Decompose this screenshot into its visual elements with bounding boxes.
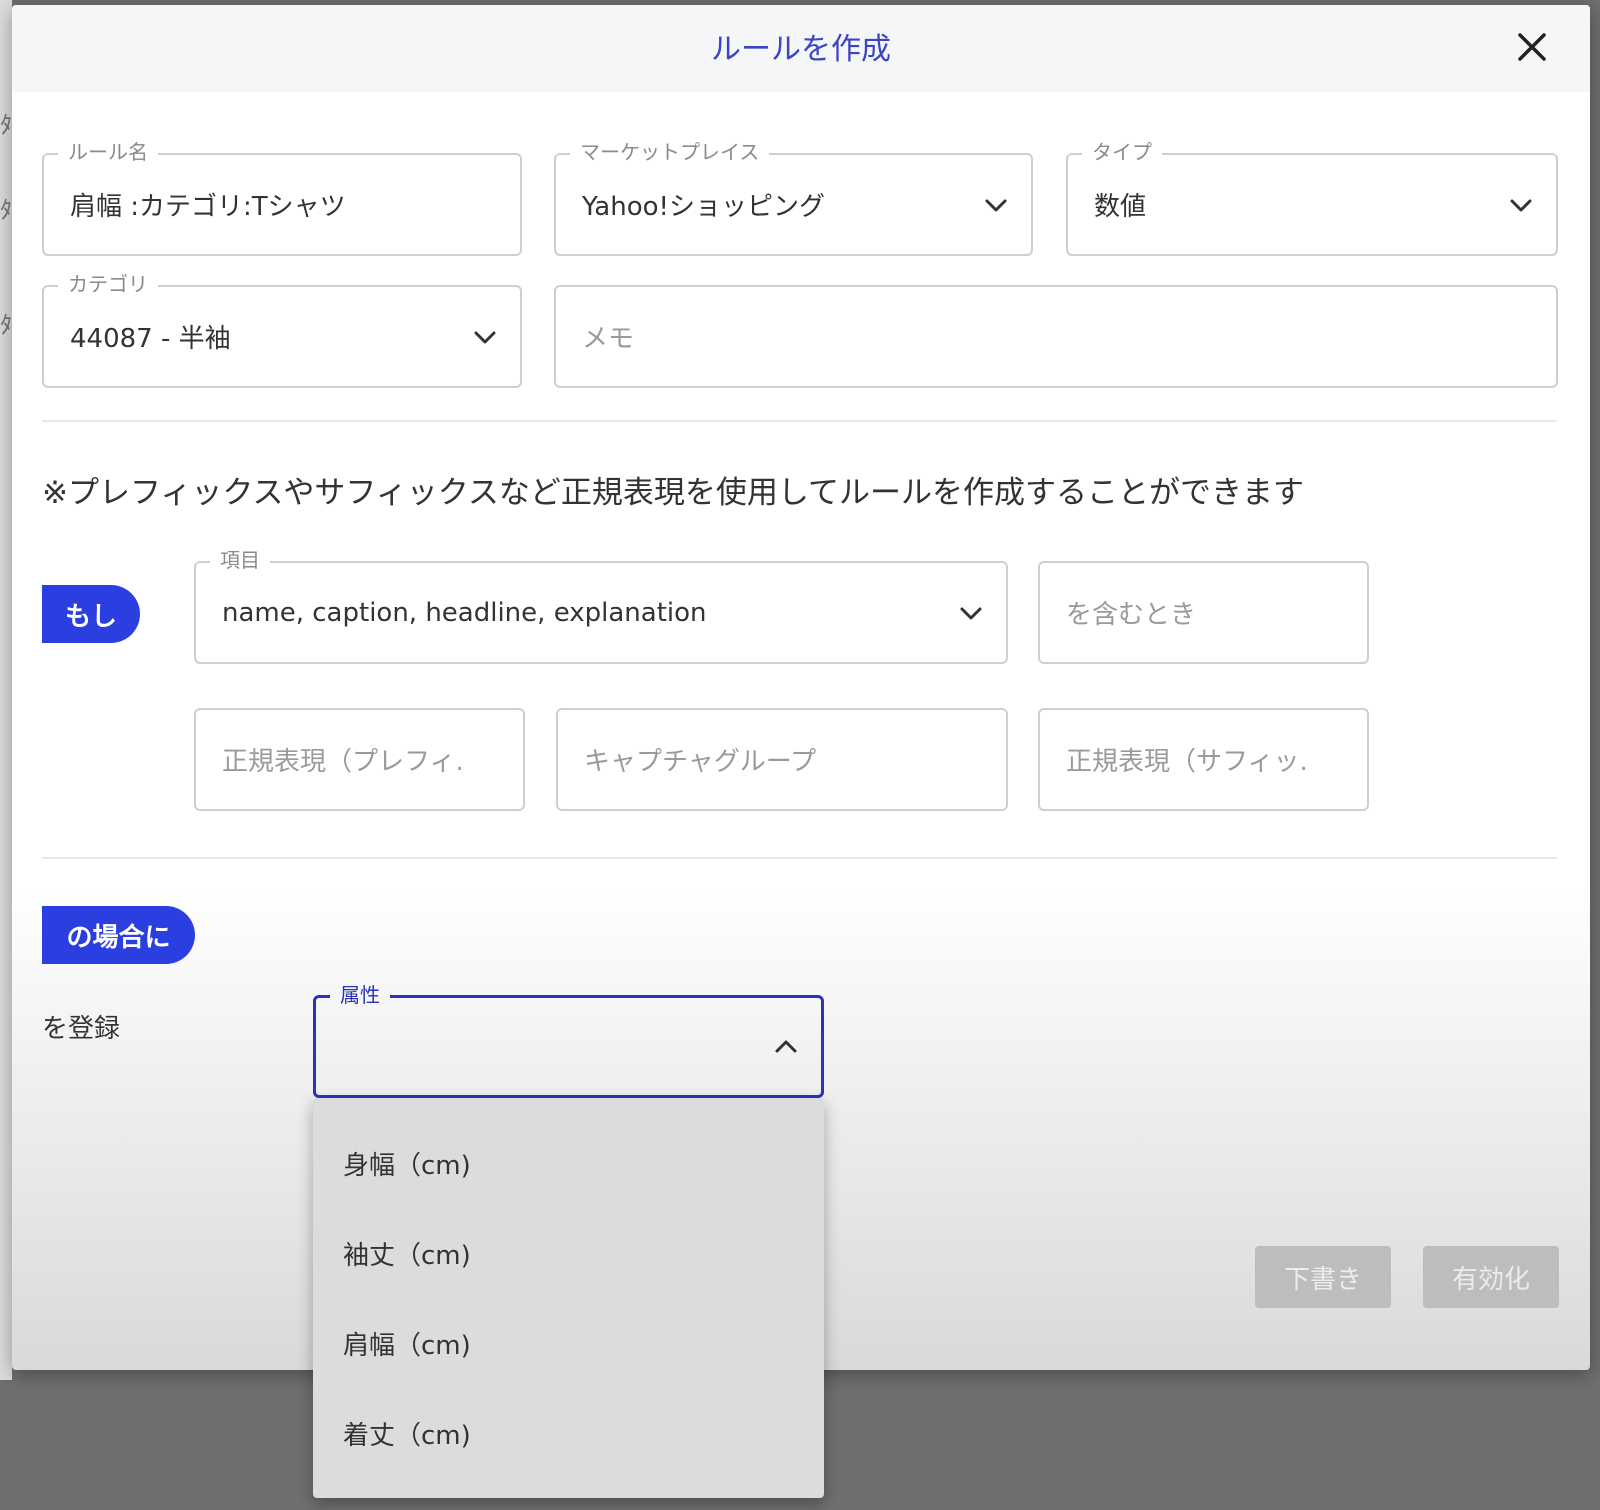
memo-input[interactable]: メモ xyxy=(554,285,1558,388)
category-value: 44087 - 半袖 xyxy=(70,324,231,354)
enable-button[interactable]: 有効化 xyxy=(1423,1246,1559,1308)
chevron-down-icon xyxy=(474,331,496,343)
register-label: を登録 xyxy=(42,1014,121,1044)
regex-prefix-placeholder: 正規表現（プレフィ... xyxy=(222,747,463,777)
contains-placeholder: を含むとき xyxy=(1066,600,1197,630)
category-select[interactable]: カテゴリ 44087 - 半袖 xyxy=(42,271,522,388)
backdrop-text-fragment: ﾀ xyxy=(0,196,12,224)
chevron-down-icon xyxy=(1510,199,1532,211)
item-select[interactable]: 項目 name, caption, headline, explanation xyxy=(194,547,1008,664)
chevron-down-icon xyxy=(960,607,982,619)
regex-hint-text: ※プレフィックスやサフィックスなど正規表現を使用してルールを作成することができま… xyxy=(42,475,1304,511)
regex-prefix-input[interactable]: 正規表現（プレフィ... xyxy=(194,708,525,811)
rule-name-field[interactable]: ルール名 肩幅 :カテゴリ:Tシャツ xyxy=(42,139,522,256)
regex-suffix-input[interactable]: 正規表現（サフィッ... xyxy=(1038,708,1369,811)
attribute-option[interactable]: 袖丈（cm) xyxy=(313,1208,824,1298)
section-divider xyxy=(42,420,1557,422)
dialog-header: ルールを作成 xyxy=(12,5,1590,92)
close-button[interactable] xyxy=(1512,27,1552,67)
marketplace-value: Yahoo!ショッピング xyxy=(582,192,825,222)
type-value: 数値 xyxy=(1094,192,1147,222)
backdrop-page: ﾀ ﾀ ﾀ xyxy=(0,0,12,1380)
close-icon xyxy=(1518,33,1546,61)
attribute-options-menu: 身幅（cm) 袖丈（cm) 肩幅（cm) 着丈（cm) xyxy=(313,1098,824,1498)
marketplace-select[interactable]: マーケットプレイス Yahoo!ショッピング xyxy=(554,139,1033,256)
section-divider xyxy=(42,857,1557,859)
case-badge: の場合に xyxy=(42,906,195,964)
backdrop-text-fragment: ﾀ xyxy=(0,311,12,339)
memo-placeholder: メモ xyxy=(582,324,635,354)
attribute-option[interactable]: 身幅（cm) xyxy=(313,1118,824,1208)
dialog-title: ルールを作成 xyxy=(711,32,891,67)
chevron-up-icon xyxy=(775,1040,797,1052)
attribute-option[interactable]: 肩幅（cm) xyxy=(313,1298,824,1388)
attribute-value xyxy=(342,998,761,1095)
contains-input[interactable]: を含むとき xyxy=(1038,561,1369,664)
chevron-down-icon xyxy=(985,199,1007,211)
rule-name-value: 肩幅 :カテゴリ:Tシャツ xyxy=(70,192,346,222)
draft-button[interactable]: 下書き xyxy=(1255,1246,1391,1308)
capture-group-input[interactable]: キャプチャグループ xyxy=(556,708,1008,811)
attribute-select[interactable]: 属性 xyxy=(313,982,824,1098)
capture-group-placeholder: キャプチャグループ xyxy=(584,747,817,777)
if-badge: もし xyxy=(42,585,140,643)
item-value: name, caption, headline, explanation xyxy=(222,597,707,628)
backdrop-text-fragment: ﾀ xyxy=(0,111,12,139)
regex-suffix-placeholder: 正規表現（サフィッ... xyxy=(1066,747,1307,777)
type-select[interactable]: タイプ 数値 xyxy=(1066,139,1558,256)
attribute-option[interactable]: 着丈（cm) xyxy=(313,1388,824,1478)
